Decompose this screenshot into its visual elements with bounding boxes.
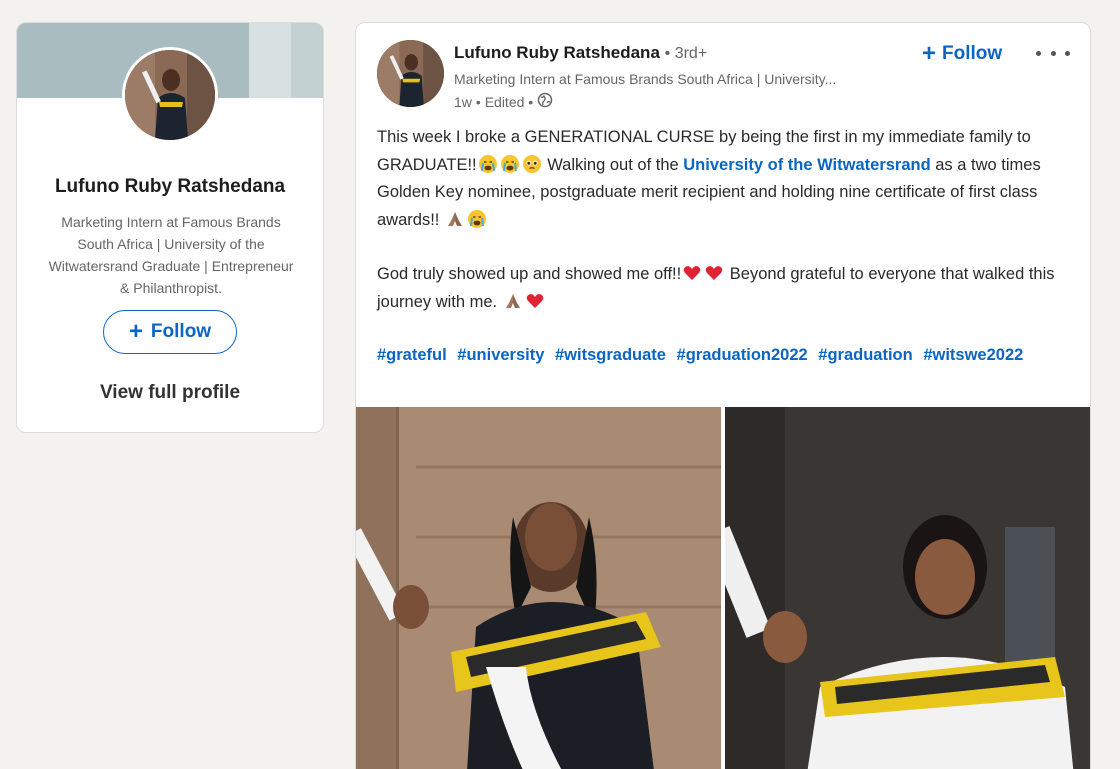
hashtag-link[interactable]: #witsgraduate (555, 346, 666, 364)
post-follow-button[interactable]: + Follow (922, 38, 1002, 70)
profile-follow-label: Follow (150, 321, 212, 342)
plus-icon: + (128, 318, 143, 345)
heart-emoji-icon (526, 293, 544, 308)
heart-emoji-icon (683, 266, 701, 280)
hashtag-link[interactable]: #graduation2022 (677, 346, 808, 364)
post-follow-label: Follow (942, 43, 1003, 64)
profile-avatar[interactable] (122, 47, 218, 143)
post-author-avatar[interactable] (377, 40, 444, 107)
crying-emoji-icon (467, 209, 486, 228)
pleading-face-emoji-icon (522, 154, 541, 173)
post-card: Lufuno Ruby Ratshedana • 3rd+ Marketing … (355, 22, 1091, 769)
post-author-headline: Marketing Intern at Famous Brands South … (454, 71, 837, 87)
praying-hands-emoji-icon (447, 211, 462, 226)
post-text-segment: Walking out of the (542, 155, 684, 174)
post-author-name[interactable]: Lufuno Ruby Ratshedana • 3rd+ (454, 43, 707, 63)
post-images (356, 407, 1090, 769)
hashtag-link[interactable]: #graduation (818, 346, 912, 364)
profile-card: Lufuno Ruby Ratshedana Marketing Intern … (16, 22, 324, 433)
plus-icon: + (922, 40, 937, 67)
post-meta: 1w • Edited • (454, 92, 553, 111)
post-paragraph-2: God truly showed up and showed me off!! … (377, 261, 1067, 316)
hashtag-link[interactable]: #university (457, 346, 544, 364)
post-image-2[interactable] (725, 407, 1090, 769)
hashtag-link[interactable]: #witswe2022 (923, 346, 1023, 364)
crying-emoji-icon (478, 154, 497, 173)
post-text-segment: God truly showed up and showed me off!! (377, 265, 682, 283)
globe-icon (537, 92, 553, 111)
view-full-profile-link[interactable]: View full profile (17, 382, 323, 404)
hashtag-link[interactable]: #grateful (377, 346, 447, 364)
profile-name[interactable]: Lufuno Ruby Ratshedana (17, 176, 323, 198)
praying-hands-emoji-icon (505, 293, 520, 308)
post-author-name-text: Lufuno Ruby Ratshedana (454, 43, 660, 62)
heart-emoji-icon (705, 266, 723, 280)
more-options-icon[interactable] (1036, 43, 1070, 63)
hashtags: #grateful #university #witsgraduate #gra… (377, 342, 1067, 370)
mention-link[interactable]: University of the Witwatersrand (683, 156, 930, 174)
profile-follow-button[interactable]: + Follow (103, 310, 237, 354)
connection-degree: • 3rd+ (664, 45, 708, 62)
post-paragraph-1: This week I broke a GENERATIONAL CURSE b… (377, 124, 1067, 234)
post-image-1[interactable] (356, 407, 721, 769)
post-time: 1w (454, 93, 472, 110)
post-edited: • Edited • (475, 93, 534, 110)
profile-headline: Marketing Intern at Famous Brands South … (48, 214, 294, 296)
crying-emoji-icon (500, 154, 519, 173)
post-text: This week I broke a GENERATIONAL CURSE b… (377, 124, 1067, 397)
